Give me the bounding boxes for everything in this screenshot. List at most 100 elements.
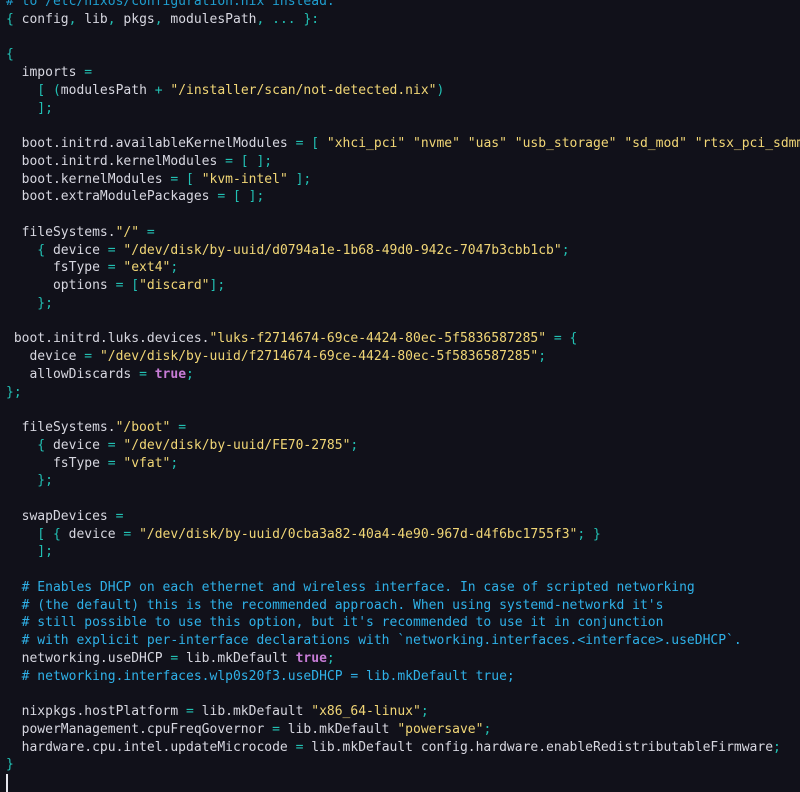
code-token: =	[107, 455, 124, 471]
code-token: ; }	[577, 526, 601, 542]
code-token: true	[295, 650, 327, 666]
code-token: ;	[170, 455, 179, 471]
code-line: [ { device = "/dev/disk/by-uuid/0cba3a82…	[6, 526, 601, 544]
code-token: {	[6, 47, 14, 63]
code-line: };	[6, 472, 53, 490]
code-token: lib.mkDefault	[201, 704, 312, 719]
code-token: ,	[154, 11, 171, 27]
code-token: =	[107, 437, 124, 453]
code-token: ;	[538, 349, 547, 364]
code-token: # still possible to use this option, but…	[6, 615, 664, 631]
code-line: };	[6, 295, 53, 313]
code-token: =	[107, 242, 124, 258]
code-token: modulesPath	[60, 82, 155, 98]
code-token: = [	[170, 171, 202, 187]
code-token: device	[52, 437, 108, 453]
code-line: networking.useDHCP = lib.mkDefault true;	[6, 650, 335, 668]
code-token: nixpkgs.hostPlatform	[6, 704, 187, 719]
code-line: allowDiscards = true;	[6, 366, 194, 384]
code-token: =	[186, 704, 202, 719]
code-line: nixpkgs.hostPlatform = lib.mkDefault "x8…	[6, 703, 429, 721]
code-token: "x86_64-linux"	[311, 704, 421, 719]
code-token: ;	[773, 739, 781, 755]
code-token: =	[123, 526, 140, 542]
code-token: powerManagement.cpuFreqGovernor	[6, 721, 273, 737]
code-token: "xhci_pci" "nvme" "uas" "usb_storage" "s…	[326, 136, 800, 151]
code-token: fileSystems.	[6, 420, 116, 435]
code-line: swapDevices =	[6, 508, 124, 526]
code-token: , ... }:	[256, 11, 320, 27]
code-token: ];	[209, 278, 226, 293]
code-token: {	[6, 437, 53, 453]
code-token: };	[6, 384, 22, 400]
code-token: "ext4"	[123, 260, 171, 276]
code-line: powerManagement.cpuFreqGovernor = lib.mk…	[6, 721, 492, 739]
code-token: ];	[6, 100, 53, 116]
code-token: = [ ];	[225, 153, 273, 169]
code-token: # networking.interfaces.wlp0s20f3.useDHC…	[6, 668, 515, 684]
code-line: boot.extraModulePackages = [ ];	[6, 188, 265, 206]
code-token: device	[68, 526, 124, 542]
code-line: hardware.cpu.intel.updateMicrocode = lib…	[6, 739, 781, 757]
code-token: [ {	[6, 526, 69, 542]
code-token: "/"	[115, 224, 140, 240]
code-token: ,	[107, 11, 124, 27]
code-token: =	[84, 349, 100, 364]
code-token: =	[170, 650, 187, 666]
code-token: )	[436, 82, 445, 98]
code-token: ];	[287, 171, 312, 187]
code-token: lib.mkDefault config.hardware.enableRedi…	[311, 739, 774, 755]
code-token: =	[84, 65, 93, 80]
code-line: boot.kernelModules = [ "kvm-intel" ];	[6, 171, 312, 189]
code-token: ;	[420, 704, 429, 719]
code-token: {	[6, 11, 22, 27]
code-token: "vfat"	[123, 455, 171, 471]
code-line: imports =	[6, 64, 92, 82]
code-token: =	[107, 260, 124, 276]
code-token: config	[21, 11, 69, 27]
code-token: =	[272, 721, 288, 737]
code-line: ];	[6, 543, 53, 561]
code-line: };	[6, 384, 22, 402]
code-token: lib.mkDefault	[186, 650, 296, 666]
code-token: = [	[295, 136, 327, 151]
code-token: # to /etc/nixos/configuration.nix instea…	[6, 0, 335, 9]
code-token: device	[52, 242, 108, 258]
code-token: ];	[6, 544, 53, 560]
code-line: }	[6, 756, 14, 774]
code-token: = [	[115, 278, 140, 293]
code-token: =	[139, 366, 155, 382]
code-token: ;	[483, 721, 492, 737]
code-token: # Enables DHCP on each ethernet and wire…	[6, 579, 695, 595]
code-token: =	[115, 508, 124, 524]
code-line: fileSystems."/boot" =	[6, 419, 186, 437]
code-line: { device = "/dev/disk/by-uuid/FE70-2785"…	[6, 437, 358, 455]
code-token: {	[6, 242, 53, 258]
code-token: "luks-f2714674-69ce-4424-80ec-5f58365872…	[209, 331, 547, 347]
code-line: # with explicit per-interface declaratio…	[6, 632, 742, 650]
code-line: { device = "/dev/disk/by-uuid/d0794a1e-1…	[6, 242, 569, 260]
code-token: fileSystems.	[6, 224, 116, 240]
code-token: "/installer/scan/not-detected.nix"	[170, 82, 437, 98]
code-line: [ (modulesPath + "/installer/scan/not-de…	[6, 82, 444, 100]
code-token: options	[6, 278, 116, 293]
code-line: # still possible to use this option, but…	[6, 614, 664, 632]
code-token: ;	[350, 437, 359, 453]
code-editor[interactable]: # to /etc/nixos/configuration.nix instea…	[0, 0, 800, 792]
code-token: # (the default) this is the recommended …	[6, 597, 664, 613]
code-line: device = "/dev/disk/by-uuid/f2714674-69c…	[6, 348, 546, 366]
code-token: "powersave"	[397, 721, 484, 737]
code-line: boot.initrd.availableKernelModules = [ "…	[6, 135, 800, 153]
code-token: lib.mkDefault	[287, 721, 398, 737]
code-token: };	[6, 295, 53, 311]
code-token: pkgs	[123, 11, 155, 27]
code-token: "/dev/disk/by-uuid/d0794a1e-1b68-49d0-94…	[123, 242, 562, 258]
code-token: ;	[186, 366, 194, 382]
code-token: fsType	[6, 455, 108, 471]
code-token: device	[6, 349, 85, 364]
code-line: boot.initrd.kernelModules = [ ];	[6, 153, 272, 171]
code-token: hardware.cpu.intel.updateMicrocode	[6, 739, 296, 755]
code-token: boot.initrd.kernelModules	[6, 153, 226, 169]
code-line: # networking.interfaces.wlp0s20f3.useDHC…	[6, 668, 515, 686]
code-line: options = ["discard"];	[6, 277, 225, 295]
